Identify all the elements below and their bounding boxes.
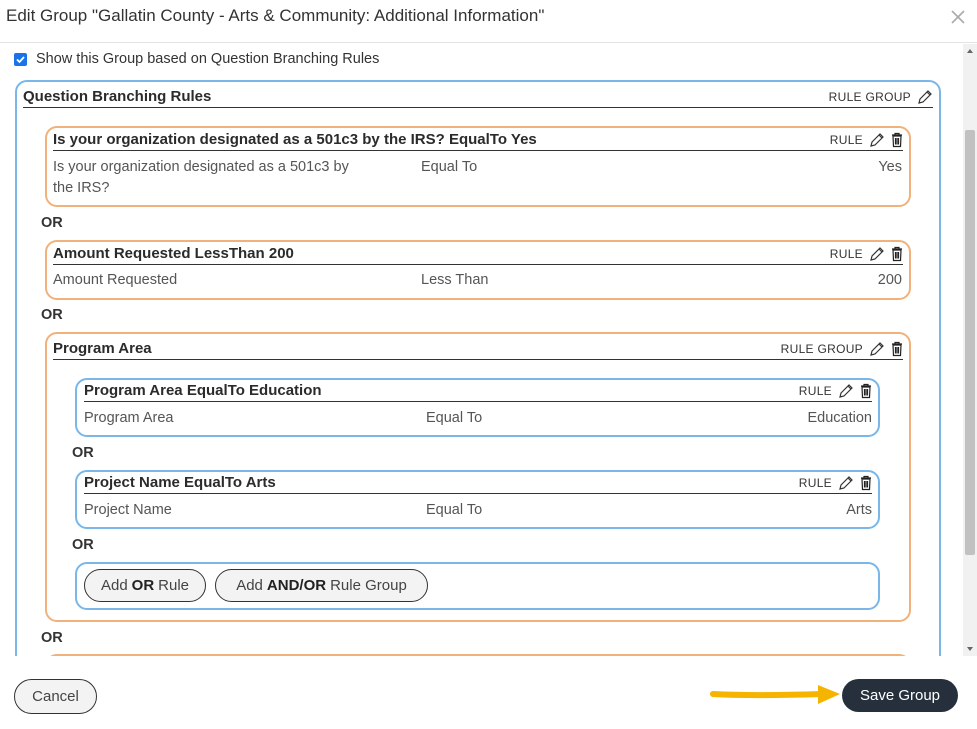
scrollbar-thumb[interactable] bbox=[965, 130, 975, 555]
rule-group-title: Program Area bbox=[53, 340, 152, 357]
or-label: OR bbox=[41, 215, 63, 231]
trash-icon[interactable] bbox=[860, 475, 872, 491]
pencil-icon[interactable] bbox=[838, 475, 854, 491]
rule-title: Project Name EqualTo Arts bbox=[84, 474, 276, 491]
trash-icon[interactable] bbox=[891, 341, 903, 357]
pencil-icon[interactable] bbox=[869, 341, 885, 357]
scroll-up-icon[interactable] bbox=[966, 46, 974, 56]
button-text: Rule Group bbox=[330, 577, 407, 594]
show-group-checkbox[interactable] bbox=[14, 52, 27, 66]
rule-question-line: the IRS? bbox=[53, 180, 110, 196]
rule-tag: RULE bbox=[829, 132, 863, 147]
rule-card-partial bbox=[45, 654, 911, 656]
rule-title: Is your organization designated as a 501… bbox=[53, 131, 537, 148]
rule-operator: Equal To bbox=[426, 502, 483, 518]
rule-value: Arts bbox=[846, 502, 872, 518]
or-label: OR bbox=[72, 445, 94, 461]
add-and-or-rule-group-button[interactable]: Add AND/OR Rule Group bbox=[215, 569, 428, 602]
dialog-body[interactable]: Show this Group based on Question Branch… bbox=[0, 44, 977, 656]
show-group-label: Show this Group based on Question Branch… bbox=[36, 51, 380, 67]
rule-title: Amount Requested LessThan 200 bbox=[53, 245, 294, 262]
rule-operator: Less Than bbox=[421, 272, 489, 288]
root-group-header: Question Branching Rules RULE GROUP bbox=[23, 86, 933, 108]
or-label: OR bbox=[72, 537, 94, 553]
rule-question-line: Is your organization designated as a 501… bbox=[53, 159, 349, 175]
rule-question: Project Name bbox=[84, 502, 172, 518]
close-icon[interactable] bbox=[949, 8, 967, 26]
rule-tag: RULE bbox=[798, 475, 832, 490]
rule-header: Program Area EqualTo Education RULE bbox=[84, 380, 872, 402]
rule-question: Amount Requested bbox=[53, 272, 178, 288]
button-text: Rule bbox=[158, 577, 190, 594]
trash-icon[interactable] bbox=[891, 132, 903, 148]
rule-group-tag: RULE GROUP bbox=[828, 89, 911, 104]
button-text-bold: OR bbox=[131, 577, 155, 594]
root-group-title: Question Branching Rules bbox=[23, 88, 212, 105]
rule-group-tag: RULE GROUP bbox=[780, 341, 863, 356]
program-group-header: Program Area RULE GROUP bbox=[53, 338, 903, 360]
rule-operator: Equal To bbox=[421, 159, 478, 175]
rule-question: Is your organization designated as a 501… bbox=[53, 157, 393, 199]
rule-header: Project Name EqualTo Arts RULE bbox=[84, 472, 872, 494]
rule-value: Yes bbox=[878, 159, 902, 175]
rule-value: Education bbox=[807, 410, 873, 426]
rule-question: Program Area bbox=[84, 410, 174, 426]
rule-title: Program Area EqualTo Education bbox=[84, 382, 322, 399]
rule-operator: Equal To bbox=[426, 410, 483, 426]
button-text: Add bbox=[100, 577, 128, 594]
dialog-header: Edit Group "Gallatin County - Arts & Com… bbox=[0, 0, 977, 43]
rule-value: 200 bbox=[877, 272, 902, 288]
pencil-icon[interactable] bbox=[869, 246, 885, 262]
pencil-icon[interactable] bbox=[838, 383, 854, 399]
save-group-button[interactable]: Save Group bbox=[842, 679, 958, 712]
rule-tag: RULE bbox=[798, 383, 832, 398]
pencil-icon[interactable] bbox=[917, 89, 933, 105]
rule-header: Is your organization designated as a 501… bbox=[53, 129, 903, 151]
button-text: Add bbox=[236, 577, 263, 594]
button-text-bold: AND/OR bbox=[266, 577, 327, 594]
scrollbar[interactable] bbox=[963, 44, 977, 656]
or-label: OR bbox=[41, 630, 63, 646]
or-label: OR bbox=[41, 307, 63, 323]
dialog-title: Edit Group "Gallatin County - Arts & Com… bbox=[6, 6, 545, 25]
trash-icon[interactable] bbox=[860, 383, 872, 399]
pencil-icon[interactable] bbox=[869, 132, 885, 148]
rule-header: Amount Requested LessThan 200 RULE bbox=[53, 243, 903, 265]
rule-tag: RULE bbox=[829, 246, 863, 261]
annotation-arrow-icon bbox=[710, 685, 840, 704]
show-group-row[interactable]: Show this Group based on Question Branch… bbox=[14, 50, 379, 68]
add-or-rule-button[interactable]: Add OR Rule bbox=[84, 569, 206, 602]
cancel-button[interactable]: Cancel bbox=[14, 679, 97, 714]
trash-icon[interactable] bbox=[891, 246, 903, 262]
scroll-down-icon[interactable] bbox=[966, 644, 974, 654]
